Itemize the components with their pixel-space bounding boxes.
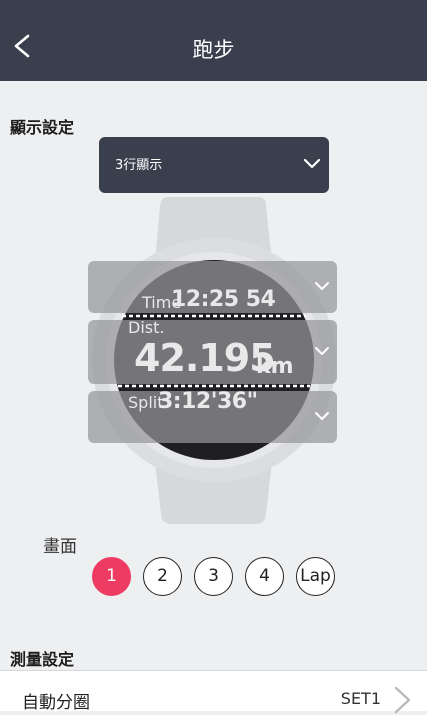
page-button-3[interactable]: 3 — [194, 557, 233, 596]
auto-lap-row[interactable]: 自動分圈 SET1 — [0, 670, 427, 714]
auto-lap-label: 自動分圈 — [22, 693, 90, 713]
row-2-label: Dist. — [128, 318, 165, 337]
measure-settings-heading: 測量設定 — [10, 650, 75, 669]
row-2-unit: km — [256, 354, 294, 379]
page-button-4[interactable]: 4 — [245, 557, 284, 596]
page-button-1[interactable]: 1 — [92, 557, 131, 596]
top-bar: 跑步 — [0, 0, 427, 81]
chevron-down-icon — [315, 347, 329, 355]
page-button-lap[interactable]: Lap — [296, 557, 335, 596]
row-1-value: 12:25 54 — [171, 287, 276, 312]
page-title: 跑步 — [192, 38, 235, 62]
watch-preview: Time 12:25 54 Dist. 42.195 km Split 3:12… — [0, 192, 427, 532]
layout-dropdown-value: 3行顯示 — [115, 158, 163, 173]
row-2-value: 42.195 — [134, 336, 276, 380]
chevron-down-icon — [315, 282, 329, 290]
row-3-value: 3:12'36" — [158, 389, 258, 414]
auto-lap-value: SET1 — [340, 689, 381, 708]
layout-dropdown[interactable]: 3行顯示 — [99, 137, 329, 193]
chevron-down-icon — [303, 158, 321, 169]
chevron-right-icon — [394, 686, 411, 714]
page-button-2[interactable]: 2 — [143, 557, 182, 596]
display-settings-heading: 顯示設定 — [10, 118, 75, 137]
screens-label: 畫面 — [43, 537, 77, 557]
chevron-down-icon — [315, 412, 329, 420]
